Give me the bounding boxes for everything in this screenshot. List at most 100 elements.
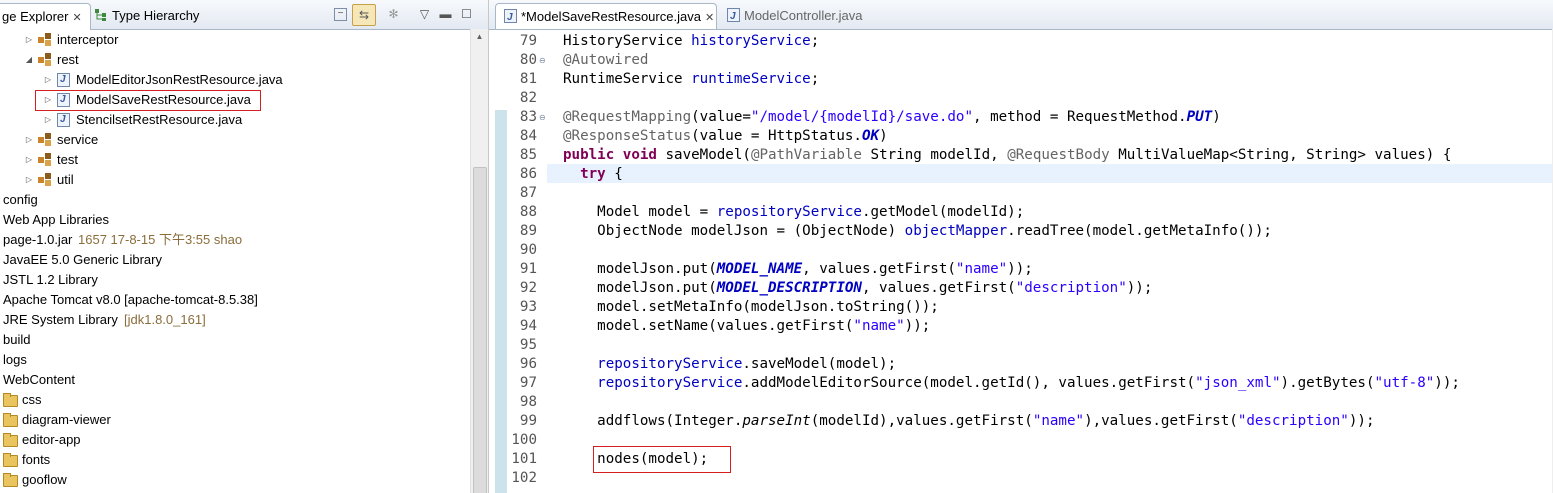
expand-arrow-icon[interactable]: ▷ — [24, 130, 34, 150]
tree-item-label: JavaEE 5.0 Generic Library — [3, 252, 162, 267]
tree-item[interactable]: ▷ interceptor — [0, 30, 470, 50]
code-token: "name" — [853, 318, 905, 334]
expand-arrow-icon[interactable]: ▷ — [24, 150, 34, 170]
folder-icon — [3, 473, 18, 487]
tree-item-label: JSTL 1.2 Library — [3, 272, 98, 287]
fold-toggle-icon[interactable]: ⊖ — [539, 51, 546, 70]
view-menu-icon[interactable]: ▽ — [417, 7, 432, 22]
code-token: OK — [861, 128, 880, 144]
line-number-gutter: 79 80 ⊖ 81 82 83 ⊖ 84 85 86 87 88 89 90 91 92 93 94 95 96 97… — [507, 29, 559, 493]
line-number: 101 — [511, 451, 537, 467]
tree-item[interactable]: ▷ service — [0, 130, 470, 150]
tree-item-label: editor-app — [22, 432, 81, 447]
code-token: "json_xml" — [1195, 375, 1281, 391]
java-file-icon — [504, 5, 517, 31]
code-line: RuntimeService runtimeService; — [563, 70, 819, 89]
tree-item[interactable]: gooflow — [0, 470, 470, 490]
code-line: ObjectNode modelJson = (ObjectNode) obje… — [563, 222, 1272, 241]
code-line: model.setName(values.getFirst("name")); — [563, 317, 930, 336]
tree-item-label: StencilsetRestResource.java — [76, 112, 243, 127]
tree-item[interactable]: fonts — [0, 450, 470, 470]
code-token: model.setMetaInfo(modelJson.toString()); — [563, 299, 939, 315]
scroll-thumb[interactable] — [473, 167, 487, 493]
code-token: void — [622, 147, 657, 163]
tree-item[interactable]: JSTL 1.2 Library — [0, 270, 470, 290]
tree-item[interactable]: ▷ util — [0, 170, 470, 190]
editor-tab-other[interactable]: ModelController.java — [721, 3, 863, 30]
editor-tab-active[interactable]: *ModelSaveRestResource.java ✕ — [495, 3, 717, 31]
code-token: )); — [1434, 375, 1460, 391]
tree-item[interactable]: WebContent — [0, 370, 470, 390]
tree-item-label: JRE System Library — [3, 312, 118, 327]
tree-item[interactable]: editor-app — [0, 430, 470, 450]
expand-arrow-icon[interactable]: ▷ — [24, 170, 34, 190]
tree-item[interactable]: ◢ rest — [0, 50, 470, 70]
tree-item[interactable]: Apache Tomcat v8.0 [apache-tomcat-8.5.38… — [0, 290, 470, 310]
link-with-editor-icon[interactable]: ⇆ — [352, 4, 376, 26]
code-token: , values.getFirst( — [802, 261, 956, 277]
tree-item[interactable]: diagram-viewer — [0, 410, 470, 430]
close-icon[interactable]: ✕ — [705, 12, 714, 24]
code-token: parseInt — [742, 413, 811, 429]
tree-item[interactable]: css — [0, 390, 470, 410]
tab-package-explorer[interactable]: ge Explorer ✕ — [0, 3, 91, 30]
code-token: "utf-8" — [1374, 375, 1435, 391]
minimize-icon[interactable]: ▬ — [438, 7, 453, 22]
code-token: @Autowired — [563, 52, 649, 68]
line-number: 87 — [519, 185, 537, 201]
expand-arrow-icon[interactable]: ▷ — [43, 110, 53, 130]
code-token: { — [605, 166, 623, 182]
code-line: repositoryService.addModelEditorSource(m… — [563, 374, 1460, 393]
tree-item-label: build — [3, 332, 31, 347]
tab-type-hierarchy-label: Type Hierarchy — [112, 8, 200, 23]
tree-item-label: Apache Tomcat v8.0 [apache-tomcat-8.5.38… — [3, 292, 258, 307]
tree-item[interactable]: config — [0, 190, 470, 210]
tree-item-detail: [jdk1.8.0_161] — [124, 312, 206, 327]
tree-item[interactable]: ▷ StencilsetRestResource.java — [0, 110, 470, 130]
code-token: objectMapper — [904, 223, 1008, 239]
focus-icon[interactable]: ✻ — [386, 7, 401, 22]
tab-package-explorer-label: ge Explorer — [2, 9, 69, 24]
code-token: (value = HttpStatus. — [691, 128, 862, 144]
package-icon — [38, 33, 53, 47]
quick-diff-ruler — [495, 110, 507, 493]
tree-item-label: Web App Libraries — [3, 212, 109, 227]
code-token: ; — [810, 71, 820, 87]
close-icon[interactable]: ✕ — [72, 5, 81, 31]
scroll-up-icon[interactable]: ▲ — [471, 29, 488, 45]
tree-item[interactable]: Web App Libraries — [0, 210, 470, 230]
tab-type-hierarchy[interactable]: Type Hierarchy — [94, 3, 199, 29]
tree-item-label: test — [57, 152, 78, 167]
code-token: addflows(Integer. — [563, 413, 743, 429]
tree-item[interactable]: ▷ ModelEditorJsonRestResource.java — [0, 70, 470, 90]
code-line: HistoryService historyService; — [563, 32, 819, 51]
fold-toggle-icon[interactable]: ⊖ — [539, 108, 546, 127]
expand-arrow-icon[interactable]: ▷ — [24, 30, 34, 50]
folder-icon — [3, 433, 18, 447]
tree-item[interactable]: JavaEE 5.0 Generic Library — [0, 250, 470, 270]
code-token: historyService — [691, 33, 811, 49]
code-token: "name" — [1032, 413, 1085, 429]
code-token: modelJson.put( — [563, 280, 717, 296]
tree-item-label: config — [3, 192, 38, 207]
tree-item-label: rest — [57, 52, 79, 67]
tree-item-label: ModelEditorJsonRestResource.java — [76, 72, 283, 87]
code-token: RuntimeService — [563, 71, 692, 87]
tree-item[interactable]: logs — [0, 350, 470, 370]
code-token: (value= — [691, 109, 751, 125]
tree-scrollbar[interactable]: ▲ — [470, 29, 488, 493]
package-icon — [38, 53, 53, 67]
tree-item[interactable]: ▷ test — [0, 150, 470, 170]
tree-item[interactable]: JRE System Library [jdk1.8.0_161] — [0, 310, 470, 330]
code-area[interactable]: HistoryService historyService; @Autowired… — [563, 29, 1553, 493]
expanded-arrow-icon[interactable]: ◢ — [24, 50, 34, 70]
code-token: .readTree(model.getMetaInfo()); — [1007, 223, 1272, 239]
tree-item[interactable]: build — [0, 330, 470, 350]
code-token: repositoryService — [716, 204, 862, 220]
collapse-all-icon[interactable]: − — [334, 8, 347, 21]
maximize-icon[interactable]: ☐ — [459, 7, 474, 22]
tree-item-label: fonts — [22, 452, 51, 467]
expand-arrow-icon[interactable]: ▷ — [43, 70, 53, 90]
tree-item[interactable]: page-1.0.jar 1657 17-8-15 下午3:55 shao — [0, 230, 470, 250]
